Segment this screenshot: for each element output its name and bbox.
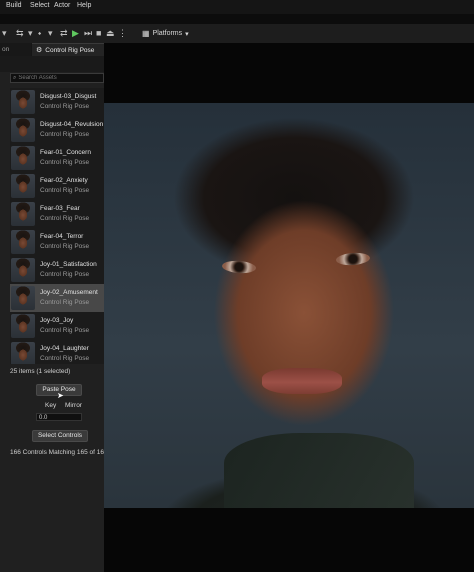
platforms-icon: ▦: [142, 29, 150, 38]
asset-list: Disgust-03_Disgust Control Rig Pose Disg…: [10, 88, 104, 364]
list-item[interactable]: Fear-04_Terror Control Rig Pose: [10, 228, 104, 256]
asset-type: Control Rig Pose: [40, 299, 90, 306]
key-checkbox-label[interactable]: Key: [45, 402, 56, 409]
chevron-down-icon[interactable]: ▾: [48, 28, 53, 38]
tab-label: Control Rig Pose: [45, 46, 95, 54]
dropdown-icon[interactable]: ▾: [2, 28, 7, 38]
step-icon[interactable]: ⏭: [84, 28, 92, 38]
play-icon[interactable]: ▶: [72, 28, 79, 38]
asset-type: Control Rig Pose: [40, 355, 90, 362]
asset-name: Fear-01_Concern: [40, 149, 91, 156]
menu-build[interactable]: Build: [6, 2, 22, 9]
more-options-icon[interactable]: ⋮: [118, 28, 127, 38]
status-text: 166 Controls Matching 165 of 165 Sel: [10, 449, 104, 456]
menu-actor[interactable]: Actor: [54, 2, 70, 9]
asset-type: Control Rig Pose: [40, 215, 90, 222]
list-item[interactable]: Joy-03_Joy Control Rig Pose: [10, 312, 104, 340]
tab-control-rig-pose[interactable]: ⚙ Control Rig Pose: [32, 43, 104, 56]
item-count: 25 items (1 selected): [10, 368, 71, 375]
asset-name: Joy-02_Amusement: [40, 289, 98, 296]
asset-name: Joy-03_Joy: [40, 317, 74, 324]
snap-icon[interactable]: ⬩: [38, 28, 41, 38]
mode-icon[interactable]: ⇄: [60, 28, 68, 38]
select-controls-button[interactable]: Select Controls: [32, 430, 88, 442]
main-toolbar: ▾ ⇆ ▾ ⬩ ▾ ⇄ ▶ ⏭ ■ ⏏ ⋮ ▦ Platforms ▾: [0, 24, 474, 44]
right-eye: [335, 251, 371, 267]
pose-thumbnail: [11, 146, 35, 170]
asset-type: Control Rig Pose: [40, 159, 90, 166]
mouse-cursor-icon: ➤: [57, 391, 64, 400]
pose-thumbnail: [11, 118, 35, 142]
panel-header: [0, 56, 104, 72]
asset-name: Fear-02_Anxiety: [40, 177, 88, 184]
tab-partial[interactable]: on: [0, 43, 31, 56]
search-icon: ⌕: [13, 74, 17, 81]
pose-thumbnail: [11, 286, 35, 310]
chevron-down-icon: ▾: [185, 30, 189, 38]
character-render: [104, 103, 474, 508]
blend-value-field[interactable]: 0.0: [36, 413, 82, 421]
list-item-selected[interactable]: Joy-02_Amusement Control Rig Pose: [10, 284, 104, 312]
pose-thumbnail: [11, 342, 35, 364]
asset-type: Control Rig Pose: [40, 271, 90, 278]
menu-select[interactable]: Select: [30, 2, 49, 9]
asset-name: Fear-04_Terror: [40, 233, 84, 240]
list-item[interactable]: Disgust-03_Disgust Control Rig Pose: [10, 88, 104, 116]
list-item[interactable]: Joy-01_Satisfaction Control Rig Pose: [10, 256, 104, 284]
eject-icon[interactable]: ⏏: [106, 28, 115, 38]
mirror-checkbox-label[interactable]: Mirror: [65, 402, 82, 409]
jacket-collar: [224, 433, 414, 508]
pose-thumbnail: [11, 230, 35, 254]
asset-type: Control Rig Pose: [40, 327, 90, 334]
viewport[interactable]: [104, 43, 474, 572]
search-box[interactable]: ⌕: [10, 73, 104, 83]
platforms-button[interactable]: ▦ Platforms ▾: [142, 27, 189, 40]
asset-name: Disgust-04_Revulsion: [40, 121, 104, 128]
stop-icon[interactable]: ■: [96, 28, 101, 38]
chevron-down-icon[interactable]: ▾: [28, 28, 33, 38]
pose-library-panel: ⌕ Disgust-03_Disgust Control Rig Pose Di…: [0, 56, 104, 572]
pose-thumbnail: [11, 90, 35, 114]
asset-type: Control Rig Pose: [40, 187, 90, 194]
menu-help[interactable]: Help: [77, 2, 91, 9]
asset-name: Disgust-03_Disgust: [40, 93, 97, 100]
asset-type: Control Rig Pose: [40, 131, 90, 138]
list-item[interactable]: Fear-03_Fear Control Rig Pose: [10, 200, 104, 228]
pose-thumbnail: [11, 258, 35, 282]
list-item[interactable]: Fear-01_Concern Control Rig Pose: [10, 144, 104, 172]
transform-icon[interactable]: ⇆: [16, 28, 24, 38]
list-item[interactable]: Disgust-04_Revulsion Control Rig Pose: [10, 116, 104, 144]
mouth: [262, 368, 342, 394]
pose-thumbnail: [11, 202, 35, 226]
asset-name: Joy-01_Satisfaction: [40, 261, 97, 268]
list-item[interactable]: Fear-02_Anxiety Control Rig Pose: [10, 172, 104, 200]
rig-icon: ⚙: [36, 46, 43, 54]
list-item[interactable]: Joy-04_Laughter Control Rig Pose: [10, 340, 104, 364]
pose-thumbnail: [11, 174, 35, 198]
asset-type: Control Rig Pose: [40, 243, 90, 250]
asset-type: Control Rig Pose: [40, 103, 90, 110]
asset-name: Fear-03_Fear: [40, 205, 80, 212]
platforms-label: Platforms: [152, 30, 183, 37]
menu-bar: Build Select Actor Help: [0, 0, 474, 14]
search-input[interactable]: [18, 75, 99, 81]
left-eye: [221, 259, 257, 275]
asset-name: Joy-04_Laughter: [40, 345, 89, 352]
pose-thumbnail: [11, 314, 35, 338]
tab-row: on ⚙ Control Rig Pose: [0, 43, 104, 56]
